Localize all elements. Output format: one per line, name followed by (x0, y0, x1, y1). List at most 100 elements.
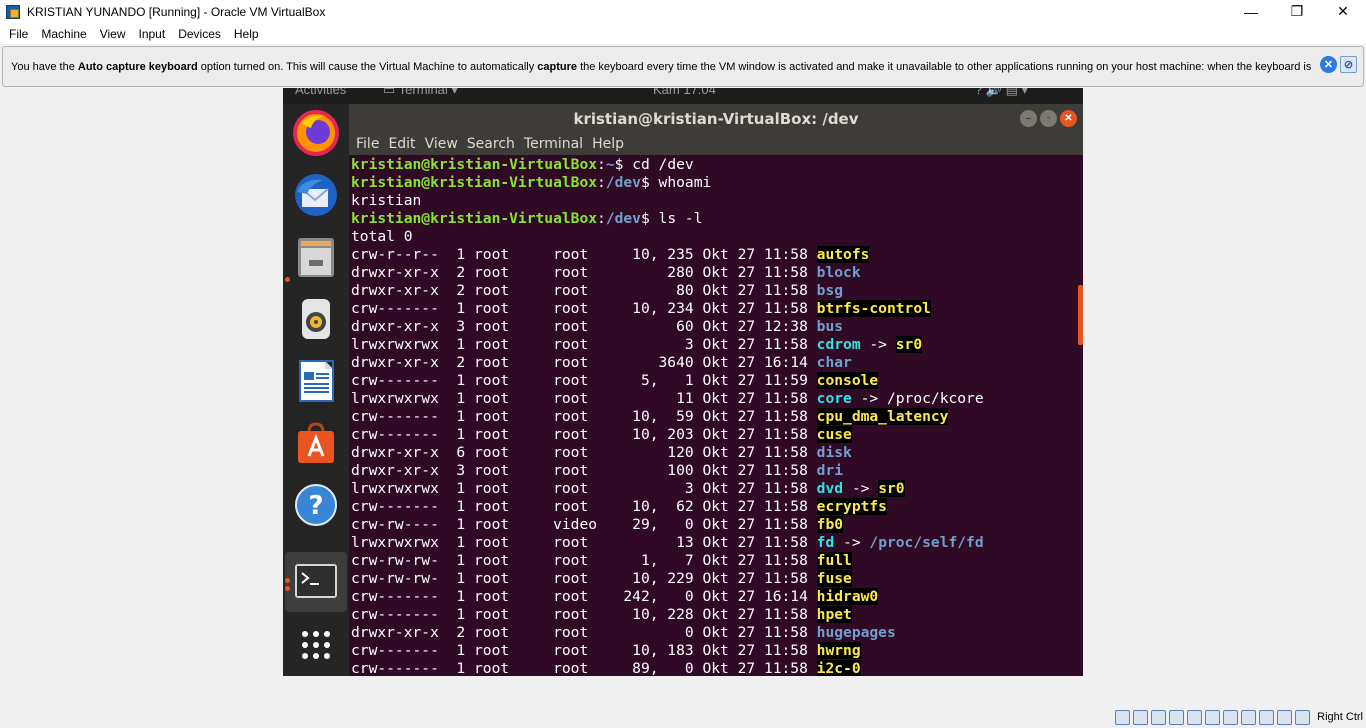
ubuntu-software-icon[interactable] (293, 420, 339, 466)
system-menu-icons[interactable]: ? 🔊 ▤ ▾ (975, 88, 1028, 98)
ls-entry: drwxr-xr-x 3 root root 60 Okt 27 12:38 b… (351, 318, 1083, 336)
mouse-integration-icon[interactable] (1277, 710, 1292, 725)
ls-entry-meta: drwxr-xr-x 3 root root 60 Okt 27 12:38 (351, 318, 817, 335)
files-icon[interactable] (293, 234, 339, 280)
ls-entry-meta: crw------- 1 root root 10, 228 Okt 27 11… (351, 606, 817, 623)
files-running-indicator (285, 277, 290, 282)
ls-entry-name: cpu_dma_latency (816, 408, 949, 425)
firefox-icon[interactable] (293, 110, 339, 156)
thunderbird-icon[interactable] (293, 172, 339, 218)
ls-entry-name: fuse (816, 570, 852, 587)
menu-machine[interactable]: Machine (36, 27, 94, 41)
svg-text:?: ? (308, 491, 323, 521)
ls-entry-name: cuse (816, 426, 852, 443)
ls-entry: crw------- 1 root root 10, 62 Okt 27 11:… (351, 498, 1083, 516)
ls-entry-meta: crw------- 1 root root 5, 1 Okt 27 11:59 (351, 372, 817, 389)
notification-text: You have the Auto capture keyboard optio… (11, 60, 1312, 73)
terminal-menu-file[interactable]: File (356, 136, 379, 152)
ls-entry-meta: crw------- 1 root root 10, 203 Okt 27 11… (351, 426, 817, 443)
show-applications-icon[interactable] (293, 622, 339, 668)
ls-entry-meta: crw-rw---- 1 root video 29, 0 Okt 27 11:… (351, 516, 817, 533)
terminal-menu-help[interactable]: Help (592, 136, 624, 152)
ls-entry-meta: drwxr-xr-x 2 root root 80 Okt 27 11:58 (351, 282, 817, 299)
ls-entry-name: full (816, 552, 852, 569)
ls-entry-meta: crw-rw-rw- 1 root root 10, 229 Okt 27 11… (351, 570, 817, 587)
ls-entry-name: ecryptfs (816, 498, 887, 515)
host-title-bar: KRISTIAN YUNANDO [Running] - Oracle VM V… (0, 0, 1366, 23)
maximize-button[interactable]: ❐ (1274, 0, 1320, 23)
gnome-top-bar: Activities ▭ Terminal ▾ Kam 17:04 ? 🔊 ▤ … (283, 88, 1083, 104)
vm-screen[interactable]: Activities ▭ Terminal ▾ Kam 17:04 ? 🔊 ▤ … (283, 88, 1083, 676)
terminal-scrollbar[interactable] (1078, 285, 1083, 345)
terminal-close-button[interactable]: ✕ (1060, 110, 1077, 127)
ls-entry: crw------- 1 root root 10, 183 Okt 27 11… (351, 642, 1083, 660)
menu-view[interactable]: View (95, 27, 134, 41)
ls-entry-name: dvd (816, 480, 844, 497)
audio-icon[interactable] (1151, 710, 1166, 725)
hard-disk-icon[interactable] (1115, 710, 1130, 725)
ls-entry-name: bus (816, 318, 844, 335)
menu-input[interactable]: Input (134, 27, 174, 41)
terminal-minimize-button[interactable]: – (1020, 110, 1037, 127)
network-icon[interactable] (1169, 710, 1184, 725)
ls-entry-meta: crw------- 1 root root 10, 234 Okt 27 11… (351, 300, 817, 317)
ls-entry-name: char (816, 354, 852, 371)
help-icon[interactable]: ? (293, 482, 339, 528)
info-close-icon[interactable]: ✕ (1320, 56, 1337, 73)
cpu-icon[interactable] (1259, 710, 1274, 725)
ls-entry: crw------- 1 root root 10, 234 Okt 27 11… (351, 300, 1083, 318)
video-capture-icon[interactable] (1241, 710, 1256, 725)
menu-file[interactable]: File (4, 27, 36, 41)
menu-devices[interactable]: Devices (173, 27, 229, 41)
terminal-menu-search[interactable]: Search (467, 136, 515, 152)
ls-entry-name: core (816, 390, 852, 407)
clock[interactable]: Kam 17:04 (653, 88, 716, 97)
ls-entry-arrow: -> (860, 336, 896, 353)
terminal-icon[interactable] (293, 558, 339, 604)
ls-entry: drwxr-xr-x 3 root root 100 Okt 27 11:58 … (351, 462, 1083, 480)
rhythmbox-icon[interactable] (293, 296, 339, 342)
ls-entry-meta: crw-rw-rw- 1 root root 1, 7 Okt 27 11:58 (351, 552, 817, 569)
ls-entry-meta: crw------- 1 root root 242, 0 Okt 27 16:… (351, 588, 817, 605)
ls-entry-meta: crw-r--r-- 1 root root 10, 235 Okt 27 11… (351, 246, 817, 263)
host-status-bar: Right Ctrl (0, 706, 1366, 728)
ls-entry-name: cdrom (816, 336, 861, 353)
libreoffice-writer-icon[interactable] (293, 358, 339, 404)
terminal-running-indicator-2 (285, 586, 290, 591)
ls-entry-meta: lrwxrwxrwx 1 root root 3 Okt 27 11:58 (351, 336, 817, 353)
ls-entry-meta: crw------- 1 root root 89, 0 Okt 27 11:5… (351, 660, 817, 676)
ls-entry: drwxr-xr-x 2 root root 0 Okt 27 11:58 hu… (351, 624, 1083, 642)
do-not-show-icon[interactable]: ⊘ (1340, 56, 1357, 73)
terminal-app-menu[interactable]: ▭ Terminal ▾ (383, 88, 458, 98)
terminal-title-bar[interactable]: kristian@kristian-VirtualBox: /dev – ▫ ✕ (349, 104, 1083, 133)
terminal-menu-terminal[interactable]: Terminal (524, 136, 583, 152)
display-icon[interactable] (1223, 710, 1238, 725)
terminal-menu-view[interactable]: View (425, 136, 458, 152)
close-button[interactable]: ✕ (1320, 0, 1366, 23)
keyboard-capture-icon[interactable] (1295, 710, 1310, 725)
ls-entry-target: /proc/kcore (886, 390, 984, 407)
activities-button[interactable]: Activities (295, 88, 346, 97)
ls-entry: crw------- 1 root root 242, 0 Okt 27 16:… (351, 588, 1083, 606)
ls-entry-target: /proc/self/fd (869, 534, 984, 551)
minimize-button[interactable]: — (1228, 0, 1274, 23)
ubuntu-dock: ? (283, 104, 349, 676)
ls-entry-name: console (816, 372, 879, 389)
optical-drive-icon[interactable] (1133, 710, 1148, 725)
ls-entry-name: hpet (816, 606, 852, 623)
ls-entry-target: sr0 (878, 480, 905, 497)
ls-entry-name: btrfs-control (816, 300, 931, 317)
usb-icon[interactable] (1187, 710, 1202, 725)
terminal-menu-edit[interactable]: Edit (388, 136, 415, 152)
terminal-maximize-button[interactable]: ▫ (1040, 110, 1057, 127)
ls-entry: crw-rw---- 1 root video 29, 0 Okt 27 11:… (351, 516, 1083, 534)
shared-folders-icon[interactable] (1205, 710, 1220, 725)
ls-entry-name: hwrng (816, 642, 861, 659)
ls-entry-meta: crw------- 1 root root 10, 62 Okt 27 11:… (351, 498, 817, 515)
ls-entry: crw------- 1 root root 89, 0 Okt 27 11:5… (351, 660, 1083, 676)
menu-help[interactable]: Help (229, 27, 267, 41)
command-line-ls: kristian@kristian-VirtualBox:/dev$ ls -l (351, 210, 703, 227)
ls-entry-name: hidraw0 (816, 588, 879, 605)
whoami-output: kristian (351, 192, 422, 209)
terminal-output[interactable]: kristian@kristian-VirtualBox:~$ cd /dev … (349, 155, 1083, 676)
